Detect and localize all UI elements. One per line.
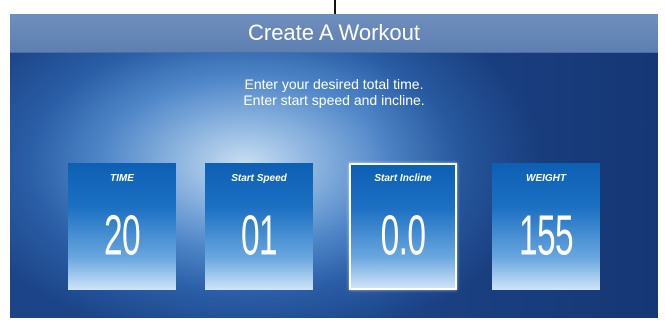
instruction-line-speed-incline: Enter start speed and incline. (243, 92, 425, 108)
weight-tile[interactable]: WEIGHT 155 (492, 163, 600, 290)
instructions: Enter your desired total time. Enter sta… (160, 76, 508, 108)
workout-screen: Create A Workout Enter your desired tota… (10, 14, 658, 318)
time-value: 20 (103, 203, 141, 267)
page-title: Create A Workout (247, 20, 420, 45)
weight-value: 155 (518, 203, 574, 267)
start-speed-tile[interactable]: Start Speed 01 (205, 163, 313, 290)
start-speed-label: Start Speed (231, 173, 287, 184)
start-speed-value: 01 (240, 203, 278, 267)
device-frame: Create A Workout Enter your desired tota… (0, 0, 665, 322)
weight-label: WEIGHT (526, 173, 566, 184)
start-incline-label: Start Incline (374, 173, 432, 184)
top-divider-mark (334, 0, 336, 14)
title-bar: Create A Workout (10, 14, 658, 53)
time-label: TIME (110, 173, 134, 184)
time-tile[interactable]: TIME 20 (68, 163, 176, 290)
start-incline-value: 0.0 (380, 203, 426, 267)
start-incline-tile[interactable]: Start Incline 0.0 (349, 163, 457, 290)
instruction-line-time: Enter your desired total time. (244, 76, 424, 92)
